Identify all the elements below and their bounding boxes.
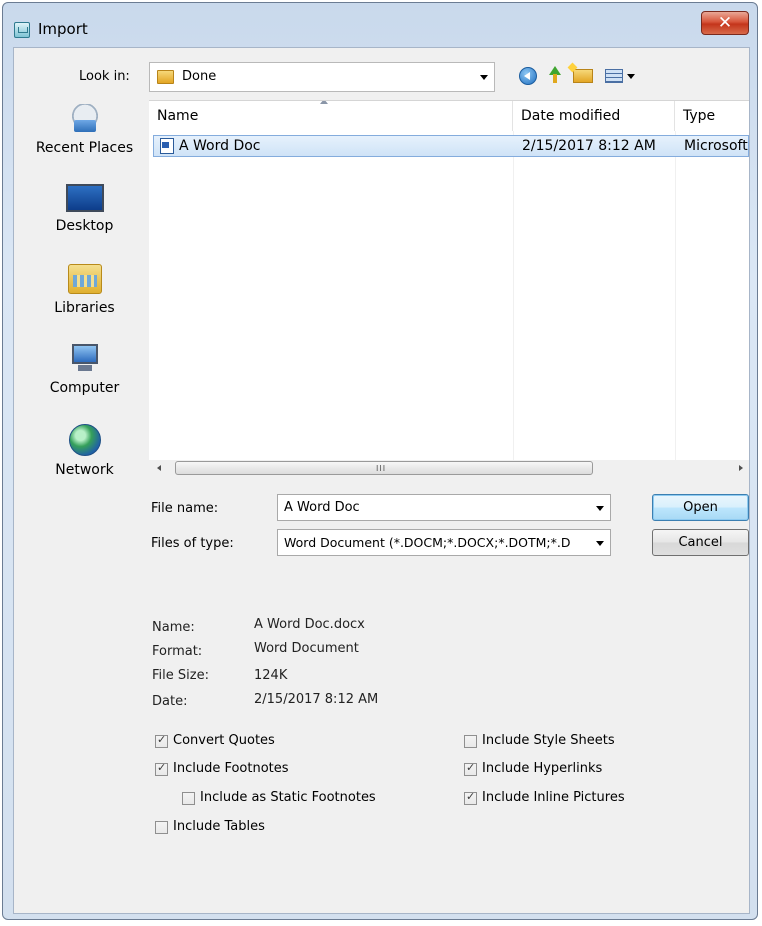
place-network[interactable]: Network xyxy=(27,424,142,478)
file-name-label: File name: xyxy=(151,501,219,516)
view-menu-chevron-icon[interactable] xyxy=(627,74,635,79)
column-header-label: Date modified xyxy=(521,108,621,124)
horizontal-scrollbar[interactable]: III xyxy=(149,460,749,477)
include-hyperlinks-checkbox[interactable]: Include Hyperlinks xyxy=(464,760,664,780)
open-button[interactable]: Open xyxy=(652,494,749,521)
info-size-label: File Size: xyxy=(152,668,209,683)
libraries-icon xyxy=(67,264,102,294)
place-label: Network xyxy=(55,462,114,478)
place-label: Recent Places xyxy=(35,140,134,156)
new-folder-icon[interactable] xyxy=(573,69,593,83)
checkbox-label: Convert Quotes xyxy=(173,733,275,748)
checkbox-label: Include Footnotes xyxy=(173,761,289,776)
checkbox-label: Include as Static Footnotes xyxy=(200,790,376,805)
column-header-date-modified[interactable]: Date modified xyxy=(513,101,675,131)
info-size-value: 124K xyxy=(254,668,288,683)
include-style-sheets-checkbox[interactable]: Include Style Sheets xyxy=(464,732,664,752)
include-tables-checkbox[interactable]: Include Tables xyxy=(155,818,335,838)
include-footnotes-checkbox[interactable]: Include Footnotes xyxy=(155,760,335,780)
file-name-value: A Word Doc xyxy=(284,500,360,515)
navigation-toolbar xyxy=(519,64,639,88)
column-header-label: Name xyxy=(157,108,199,124)
place-label: Desktop xyxy=(55,218,114,234)
look-in-label: Look in: xyxy=(79,69,130,84)
back-icon[interactable] xyxy=(519,67,537,85)
close-button[interactable]: ✕ xyxy=(701,11,749,35)
include-inline-pictures-checkbox[interactable]: Include Inline Pictures xyxy=(464,789,664,809)
import-dialog-icon xyxy=(14,22,30,38)
convert-quotes-checkbox[interactable]: Convert Quotes xyxy=(155,732,335,752)
look-in-value: Done xyxy=(182,69,217,84)
checkbox-box xyxy=(155,761,168,776)
title-bar: Import ✕ xyxy=(3,3,757,41)
checkbox-label: Include Tables xyxy=(173,819,265,834)
include-static-footnotes-checkbox[interactable]: Include as Static Footnotes xyxy=(182,789,412,809)
view-menu-icon[interactable] xyxy=(605,69,623,83)
files-of-type-label: Files of type: xyxy=(151,536,234,551)
info-name-label: Name: xyxy=(152,620,195,635)
word-document-icon xyxy=(160,138,174,154)
network-icon xyxy=(68,424,101,456)
scrollbar-grip: III xyxy=(376,464,387,473)
info-format-label: Format: xyxy=(152,644,203,659)
places-bar: Recent Places Desktop Libraries Computer… xyxy=(27,104,142,544)
info-name-value: A Word Doc.docx xyxy=(254,617,365,632)
file-list[interactable]: Name Date modified Type A Word Doc 2/15/… xyxy=(149,100,749,461)
checkbox-label: Include Inline Pictures xyxy=(482,790,625,805)
checkbox-label: Include Hyperlinks xyxy=(482,761,603,776)
checkbox-box xyxy=(464,761,477,776)
scrollbar-thumb[interactable]: III xyxy=(175,461,593,475)
dialog-client-area: Look in: Done Recent Places Desktop Libr… xyxy=(13,47,750,914)
place-label: Libraries xyxy=(54,300,115,316)
cancel-button[interactable]: Cancel xyxy=(652,529,749,556)
column-header-type[interactable]: Type xyxy=(675,101,749,131)
computer-icon xyxy=(70,344,100,374)
up-folder-icon[interactable] xyxy=(545,66,565,86)
place-recent-places[interactable]: Recent Places xyxy=(27,104,142,156)
checkbox-label: Include Style Sheets xyxy=(482,733,615,748)
checkbox-box xyxy=(464,790,477,805)
look-in-dropdown[interactable]: Done xyxy=(149,62,495,92)
info-format-value: Word Document xyxy=(254,641,359,656)
column-divider xyxy=(675,131,676,461)
scroll-right-icon[interactable] xyxy=(739,465,743,471)
checkbox-box xyxy=(182,792,195,805)
file-row[interactable]: A Word Doc 2/15/2017 8:12 AM Microsoft xyxy=(153,135,749,157)
checkbox-box xyxy=(155,821,168,834)
scroll-left-icon[interactable] xyxy=(157,465,161,471)
place-libraries[interactable]: Libraries xyxy=(27,264,142,316)
file-name-cell: A Word Doc xyxy=(179,138,261,154)
info-date-value: 2/15/2017 8:12 AM xyxy=(254,692,379,707)
place-computer[interactable]: Computer xyxy=(27,344,142,396)
chevron-down-icon xyxy=(596,541,604,546)
files-of-type-dropdown[interactable]: Word Document (*.DOCM;*.DOCX;*.DOTM;*.D xyxy=(277,529,611,556)
file-date-cell: 2/15/2017 8:12 AM xyxy=(522,138,656,154)
column-divider xyxy=(513,131,514,461)
file-name-field[interactable]: A Word Doc xyxy=(277,494,611,521)
folder-icon xyxy=(157,70,174,84)
info-date-label: Date: xyxy=(152,694,188,709)
checkbox-box xyxy=(155,733,168,748)
place-desktop[interactable]: Desktop xyxy=(27,184,142,234)
column-header-name[interactable]: Name xyxy=(149,101,513,131)
import-dialog: Import ✕ Look in: Done Recent Places Des… xyxy=(2,2,758,920)
sort-ascending-icon xyxy=(320,101,328,104)
column-header-label: Type xyxy=(683,108,716,124)
dialog-title: Import xyxy=(38,20,88,38)
desktop-icon xyxy=(65,184,104,212)
files-of-type-value: Word Document (*.DOCM;*.DOCX;*.DOTM;*.D xyxy=(284,535,571,550)
file-type-cell: Microsoft xyxy=(684,138,748,154)
place-label: Computer xyxy=(49,380,120,396)
chevron-down-icon xyxy=(480,75,488,80)
recent-places-icon xyxy=(67,104,102,134)
chevron-down-icon[interactable] xyxy=(596,506,604,511)
checkbox-box xyxy=(464,735,477,748)
